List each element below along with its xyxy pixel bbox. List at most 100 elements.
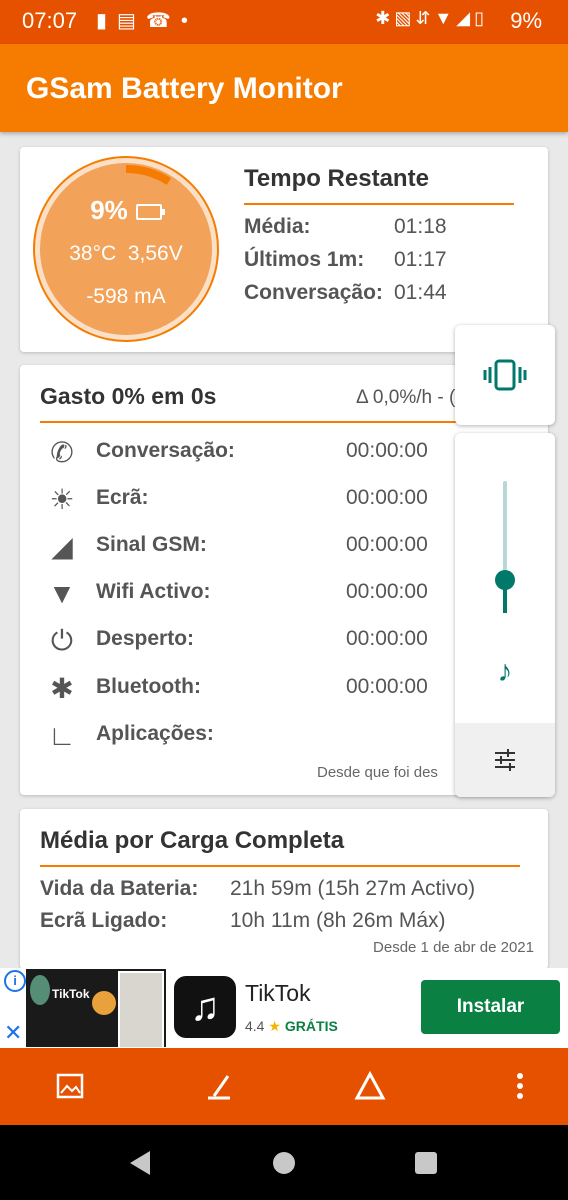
power-icon: ⏻ <box>50 625 74 656</box>
usage-value: 00:00:00 <box>346 675 428 698</box>
usage-value: 00:00:00 <box>346 486 428 509</box>
remaining-title: Tempo Restante <box>244 165 429 192</box>
bluetooth-icon: ✱ <box>375 8 395 28</box>
signal-bars-icon: ◢ <box>51 531 73 562</box>
install-button[interactable]: Instalar <box>421 980 560 1034</box>
ad-info-icon[interactable]: i <box>4 970 26 992</box>
usage-label: Sinal GSM: <box>96 533 207 556</box>
wifi-icon: ▼ <box>434 8 457 28</box>
wifi-icon: ▼ <box>48 578 76 609</box>
volume-panel[interactable]: ♪ <box>455 325 555 797</box>
voltage: 3,56V <box>127 242 183 265</box>
usage-row-signal[interactable]: ◢ Sinal GSM: 00:00:00 <box>44 523 464 567</box>
full-charge-row: Ecrã Ligado: 10h 11m (8h 26m Máx) <box>40 909 446 933</box>
gauge-icon <box>208 1075 230 1100</box>
usage-row-awake[interactable]: ⏻ Desperto: 00:00:00 <box>44 617 464 661</box>
decorative-leaf <box>30 975 50 1005</box>
ad-rating: 4.4 ★ GRÁTIS <box>245 1018 338 1035</box>
usage-label: Wifi Activo: <box>96 580 211 603</box>
usage-since: Desde que foi des <box>317 764 438 781</box>
ad-thumbnail[interactable]: TikTok <box>26 969 166 1049</box>
media-volume[interactable]: ♪ <box>455 433 555 797</box>
remaining-row: Conversação: 01:44 <box>244 281 447 305</box>
4g-signal-icon: ◢ <box>456 8 475 28</box>
image-button[interactable] <box>50 1066 90 1106</box>
status-battery-text: 9% <box>510 8 542 33</box>
app-title: GSam Battery Monitor <box>26 72 343 105</box>
full-charge-row: Vida da Bateria: 21h 59m (15h 27m Activo) <box>40 877 475 901</box>
battery-card[interactable]: 9% 38°C 3,56V -598 mA Tempo Restante Méd… <box>20 147 548 352</box>
more-options-button[interactable] <box>500 1066 540 1106</box>
usage-value: 00:00:00 <box>346 533 428 556</box>
usage-divider <box>40 421 460 423</box>
remaining-row: Últimos 1m: 01:17 <box>244 248 447 272</box>
music-note-icon[interactable]: ♪ <box>455 655 555 689</box>
ad-close-icon[interactable]: ✕ <box>4 1020 22 1046</box>
full-charge-since: Desde 1 de abr de 2021 <box>373 939 534 956</box>
gauge-button[interactable] <box>200 1066 240 1106</box>
usage-value: 00:00:00 <box>346 627 428 650</box>
star-icon: ★ <box>268 1018 281 1034</box>
usage-row-screen[interactable]: ☀ Ecrã: 00:00:00 <box>44 476 464 520</box>
usage-value: 00:00:00 <box>346 439 428 462</box>
status-right-icons: ✱▧⇵▼◢▯ <box>375 8 488 29</box>
ad-banner[interactable]: i ✕ TikTok ♫ TikTok 4.4 ★ GRÁTIS Instalar <box>0 968 568 1049</box>
ringer-mode-button[interactable] <box>455 325 555 425</box>
battery-icon: ▯ <box>474 8 488 28</box>
volume-slider-thumb[interactable] <box>495 570 515 590</box>
usage-label: Ecrã: <box>96 486 149 509</box>
remaining-row: Média: 01:18 <box>244 215 447 239</box>
ad-thumb-photo <box>118 971 164 1049</box>
remaining-value: 01:18 <box>394 215 447 238</box>
battery-percent-text: 9% <box>90 195 128 225</box>
remaining-label: Últimos 1m: <box>244 248 365 271</box>
full-charge-value: 21h 59m (15h 27m Activo) <box>230 877 476 900</box>
full-charge-label: Vida da Bateria: <box>40 877 199 900</box>
temperature: 38°C <box>69 242 117 265</box>
temp-voltage: 38°C 3,56V <box>40 242 212 266</box>
back-icon[interactable] <box>130 1151 150 1175</box>
remaining-divider <box>244 203 514 205</box>
image-icon <box>56 1073 84 1099</box>
home-icon[interactable] <box>273 1152 295 1174</box>
missed-call-icon: ☎ <box>145 10 181 32</box>
system-nav-bar <box>0 1125 568 1200</box>
usage-row-wifi[interactable]: ▼ Wifi Activo: 00:00:00 <box>44 570 464 614</box>
ad-thumb-brand: TikTok <box>52 987 90 1001</box>
battery-gauge[interactable]: 9% 38°C 3,56V -598 mA <box>40 163 212 335</box>
full-charge-divider <box>40 865 520 867</box>
usage-row-call[interactable]: ✆ Conversação: 00:00:00 <box>44 429 464 473</box>
remaining-value: 01:44 <box>394 281 447 304</box>
remaining-label: Média: <box>244 215 311 238</box>
remaining-value: 01:17 <box>394 248 447 271</box>
data-arrows-icon: ⇵ <box>415 8 435 28</box>
recents-icon[interactable] <box>415 1152 437 1174</box>
current: -598 mA <box>86 285 166 308</box>
full-charge-title: Média por Carga Completa <box>40 827 345 854</box>
ad-rating-value: 4.4 <box>245 1018 265 1034</box>
bluetooth-icon: ✱ <box>50 673 74 704</box>
more-vert-icon <box>517 1073 523 1099</box>
battery-small-icon <box>135 204 165 221</box>
tiktok-logo-icon[interactable]: ♫ <box>174 976 236 1038</box>
triangle-button[interactable] <box>350 1066 390 1106</box>
message-icon: ▤ <box>117 10 146 32</box>
volume-settings-button[interactable] <box>455 723 555 797</box>
battery-percent: 9% <box>40 195 212 226</box>
usage-row-bluetooth[interactable]: ✱ Bluetooth: 00:00:00 <box>44 665 464 709</box>
vibrate-icon <box>483 359 527 391</box>
ad-app-name: TikTok <box>245 980 311 1006</box>
usage-row-apps[interactable]: ∟ Aplicações: <box>44 712 464 756</box>
remaining-label: Conversação: <box>244 281 383 304</box>
app-bar: GSam Battery Monitor <box>0 44 568 132</box>
phone-icon: ✆ <box>50 437 74 468</box>
equalizer-settings-icon <box>495 749 515 771</box>
usage-label: Desperto: <box>96 627 195 650</box>
usage-title: Gasto 0% em 0s <box>40 383 217 409</box>
usage-label: Bluetooth: <box>96 675 201 698</box>
bottom-action-bar <box>0 1048 568 1125</box>
decorative-flower <box>92 991 116 1015</box>
ad-price: GRÁTIS <box>284 1018 338 1034</box>
full-charge-label: Ecrã Ligado: <box>40 909 168 932</box>
full-charge-card[interactable]: Média por Carga Completa Vida da Bateria… <box>20 809 548 969</box>
